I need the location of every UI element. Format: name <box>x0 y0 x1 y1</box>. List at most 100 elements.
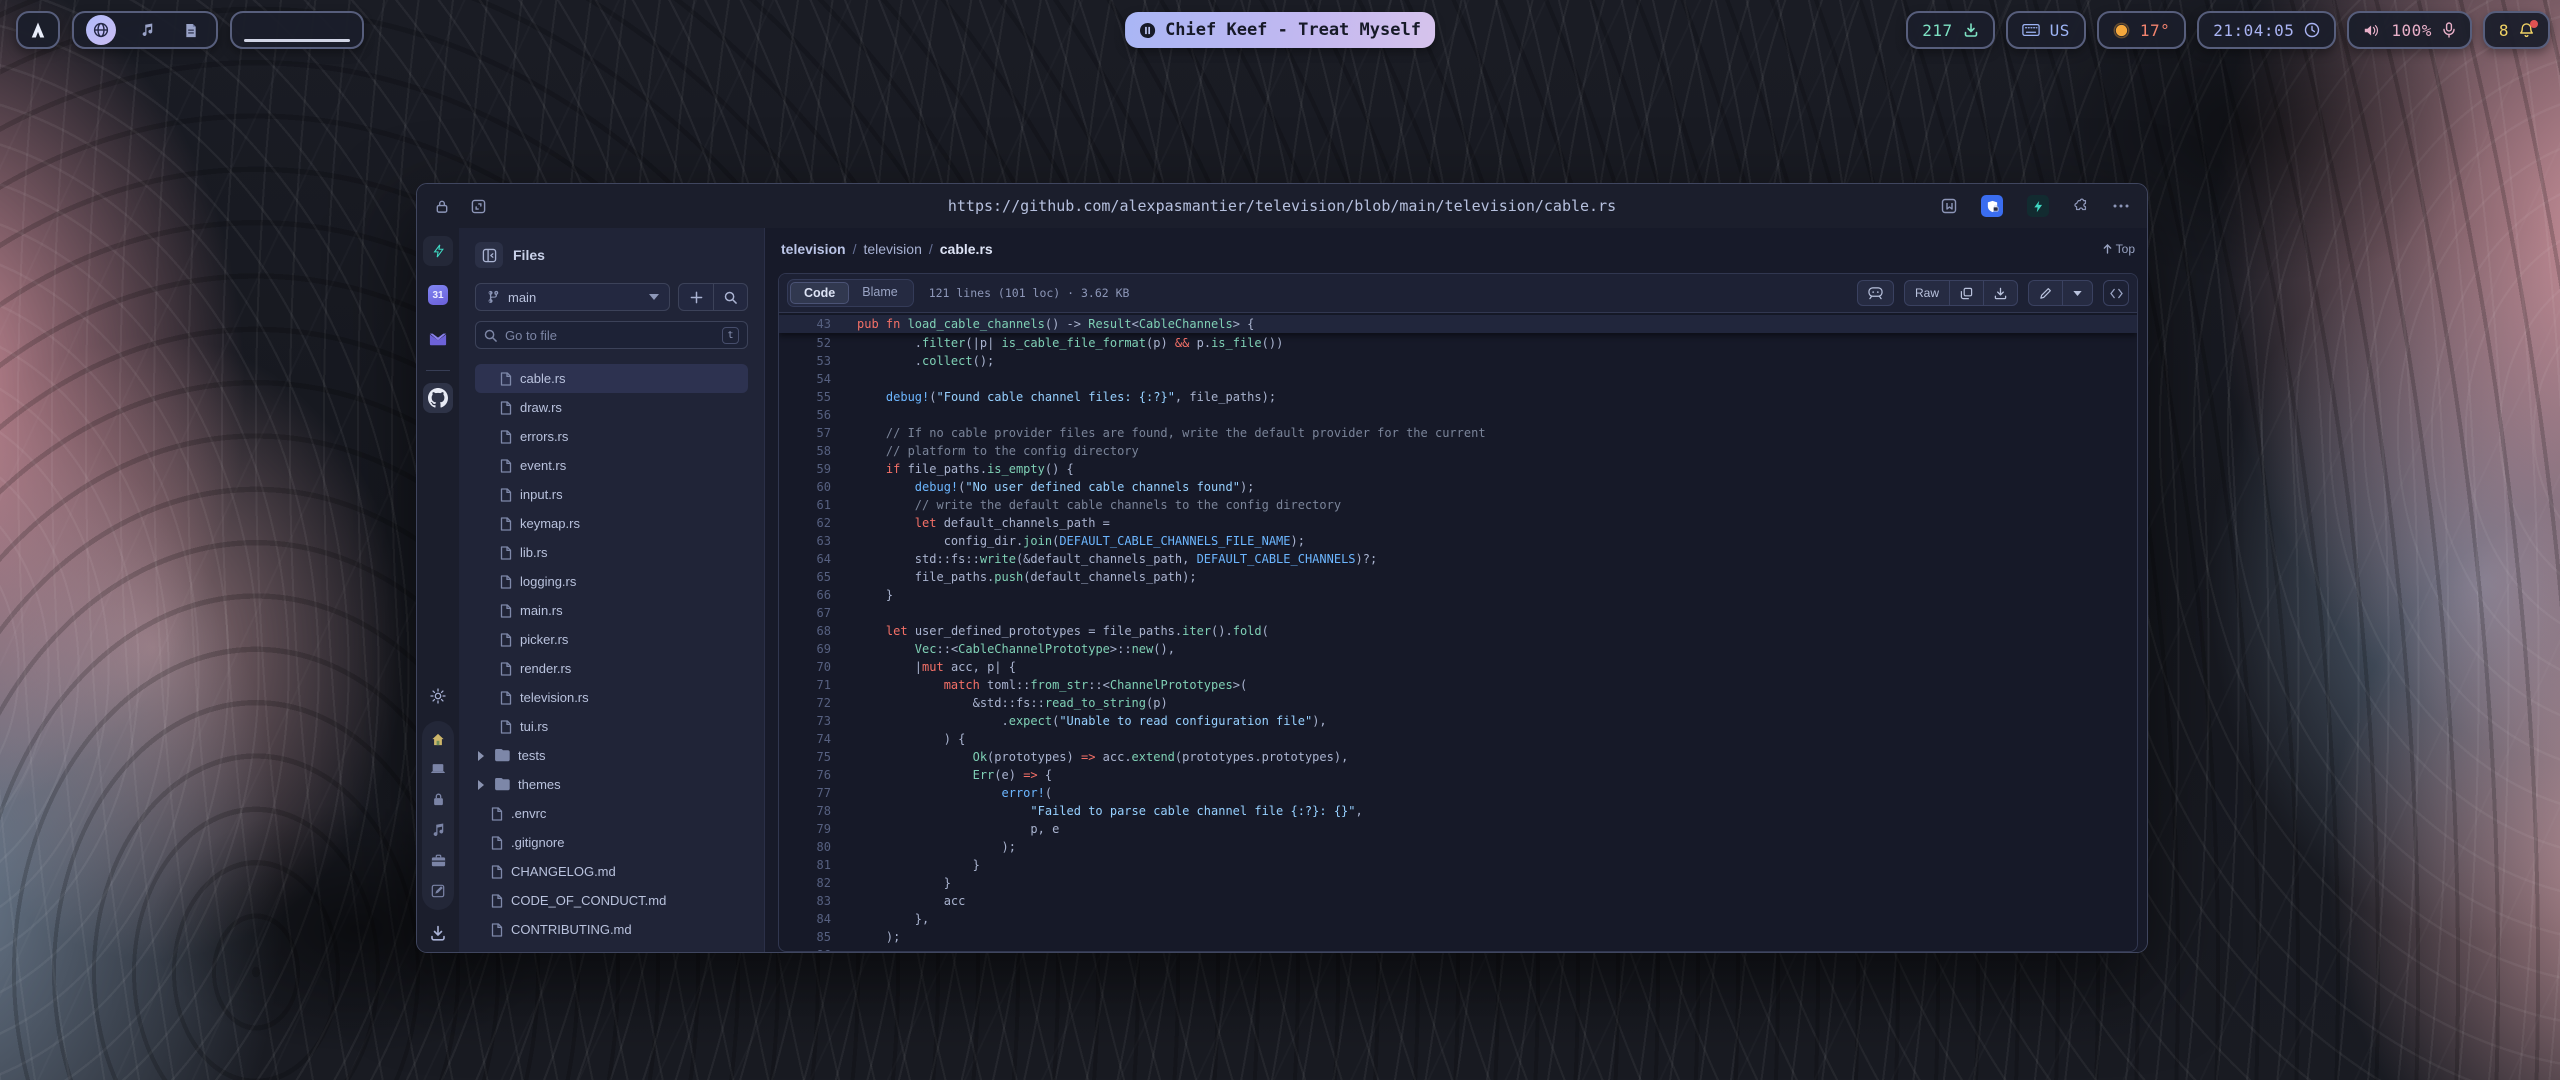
settings-button[interactable] <box>423 681 453 711</box>
breadcrumb-repo-link[interactable]: television <box>781 241 846 257</box>
line-number[interactable]: 54 <box>779 370 831 388</box>
pinned-tab-mail[interactable] <box>423 324 453 354</box>
workspace-music-icon[interactable] <box>431 823 445 837</box>
search-tree-button[interactable] <box>713 284 747 310</box>
file-tree-item[interactable] <box>475 357 748 364</box>
line-number[interactable]: 64 <box>779 550 831 568</box>
file-tree-item[interactable]: lib.rs <box>475 538 748 567</box>
collapse-sidebar-button[interactable] <box>475 242 503 268</box>
file-tree-item[interactable]: event.rs <box>475 451 748 480</box>
raw-button[interactable]: Raw <box>1905 281 1949 305</box>
line-number[interactable]: 68 <box>779 622 831 640</box>
copilot-button[interactable] <box>1857 280 1894 306</box>
go-to-file-input[interactable] <box>505 328 714 343</box>
line-number[interactable]: 62 <box>779 514 831 532</box>
media-widget[interactable]: Chief Keef - Treat Myself <box>1125 12 1435 48</box>
line-number[interactable]: 61 <box>779 496 831 514</box>
line-number[interactable]: 74 <box>779 730 831 748</box>
line-number[interactable]: 76 <box>779 766 831 784</box>
file-tree-item[interactable]: themes <box>475 770 748 799</box>
file-tree-item[interactable]: render.rs <box>475 654 748 683</box>
line-number[interactable]: 55 <box>779 388 831 406</box>
back-to-top-link[interactable]: Top <box>2103 242 2135 256</box>
symbols-panel-button[interactable] <box>2103 280 2129 306</box>
workspace-documents[interactable] <box>178 17 204 43</box>
go-to-file-search[interactable]: t <box>475 321 748 349</box>
line-number[interactable]: 73 <box>779 712 831 730</box>
file-tree-item[interactable]: CONTRIBUTING.md <box>475 915 748 944</box>
line-number[interactable]: 86 <box>779 946 831 951</box>
line-number[interactable]: 82 <box>779 874 831 892</box>
file-tree-item[interactable]: .envrc <box>475 799 748 828</box>
lightning-extension-icon[interactable] <box>2027 195 2049 217</box>
url-bar[interactable]: https://github.com/alexpasmantier/televi… <box>948 197 1616 215</box>
file-tree-item[interactable]: keymap.rs <box>475 509 748 538</box>
line-number[interactable]: 43 <box>779 315 831 333</box>
workspace-briefcase-icon[interactable] <box>431 854 446 867</box>
lock-icon[interactable] <box>435 199 449 214</box>
file-tree-item[interactable]: tui.rs <box>475 712 748 741</box>
file-tree-item[interactable]: logging.rs <box>475 567 748 596</box>
download-raw-button[interactable] <box>1983 281 2017 305</box>
downloads-button[interactable] <box>429 924 447 942</box>
password-manager-extension-icon[interactable] <box>1981 195 2003 217</box>
keyboard-layout-widget[interactable]: US <box>2006 11 2086 49</box>
file-tree-item[interactable]: draw.rs <box>475 393 748 422</box>
line-number[interactable]: 56 <box>779 406 831 424</box>
line-number[interactable]: 85 <box>779 928 831 946</box>
workspace-laptop-icon[interactable] <box>430 763 446 775</box>
file-tree-item[interactable]: errors.rs <box>475 422 748 451</box>
workspace-notes-icon[interactable] <box>431 884 445 898</box>
line-number[interactable]: 53 <box>779 352 831 370</box>
menu-ellipsis-icon[interactable] <box>2113 204 2129 208</box>
edit-file-button[interactable] <box>2029 281 2062 305</box>
file-tree-item[interactable]: tests <box>475 741 748 770</box>
window-title-pill[interactable] <box>230 11 364 49</box>
line-number[interactable]: 63 <box>779 532 831 550</box>
branch-selector[interactable]: main <box>475 283 670 311</box>
line-number[interactable]: 52 <box>779 334 831 352</box>
add-file-button[interactable] <box>679 284 713 310</box>
file-tree-item[interactable]: picker.rs <box>475 625 748 654</box>
edit-dropdown-button[interactable] <box>2062 281 2092 305</box>
weather-widget[interactable]: 17° <box>2097 11 2186 49</box>
file-tree-item[interactable]: CODE_OF_CONDUCT.md <box>475 886 748 915</box>
pause-icon[interactable] <box>1139 22 1156 39</box>
copy-button[interactable] <box>1949 281 1983 305</box>
clock-widget[interactable]: 21:04:05 <box>2197 11 2336 49</box>
page-frame-icon[interactable] <box>471 199 486 214</box>
line-number[interactable]: 65 <box>779 568 831 586</box>
audio-widget[interactable]: 100% <box>2347 11 2472 49</box>
workspace-lock-icon[interactable] <box>432 792 445 806</box>
line-number[interactable]: 59 <box>779 460 831 478</box>
file-tree-item[interactable]: television.rs <box>475 683 748 712</box>
line-number[interactable]: 77 <box>779 784 831 802</box>
line-number[interactable]: 71 <box>779 676 831 694</box>
tab-code[interactable]: Code <box>790 282 849 304</box>
line-number[interactable]: 58 <box>779 442 831 460</box>
line-number[interactable]: 72 <box>779 694 831 712</box>
breadcrumb-dir-link[interactable]: television <box>863 241 921 257</box>
file-tree-item[interactable]: CHANGELOG.md <box>475 857 748 886</box>
line-number[interactable]: 75 <box>779 748 831 766</box>
workspace-music[interactable] <box>134 17 160 43</box>
file-tree-item[interactable]: .gitignore <box>475 828 748 857</box>
line-number[interactable]: 60 <box>779 478 831 496</box>
tab-blame[interactable]: Blame <box>849 282 910 304</box>
line-number[interactable]: 69 <box>779 640 831 658</box>
pinned-tab-calendar[interactable]: 31 <box>423 280 453 310</box>
workspace-home-icon[interactable] <box>431 733 445 746</box>
extensions-puzzle-icon[interactable] <box>2073 198 2089 214</box>
pinned-tab-github-active[interactable] <box>423 383 453 413</box>
line-number[interactable]: 83 <box>779 892 831 910</box>
line-number[interactable]: 67 <box>779 604 831 622</box>
file-tree-item[interactable] <box>475 944 748 952</box>
pinned-tab-lightning[interactable] <box>423 236 453 266</box>
line-number[interactable]: 79 <box>779 820 831 838</box>
line-number[interactable]: 78 <box>779 802 831 820</box>
line-number[interactable]: 81 <box>779 856 831 874</box>
notifications-widget[interactable]: 8 <box>2483 11 2550 49</box>
updates-widget[interactable]: 217 <box>1906 11 1994 49</box>
bookmark-tab-icon[interactable] <box>1941 198 1957 214</box>
file-tree-item[interactable]: input.rs <box>475 480 748 509</box>
